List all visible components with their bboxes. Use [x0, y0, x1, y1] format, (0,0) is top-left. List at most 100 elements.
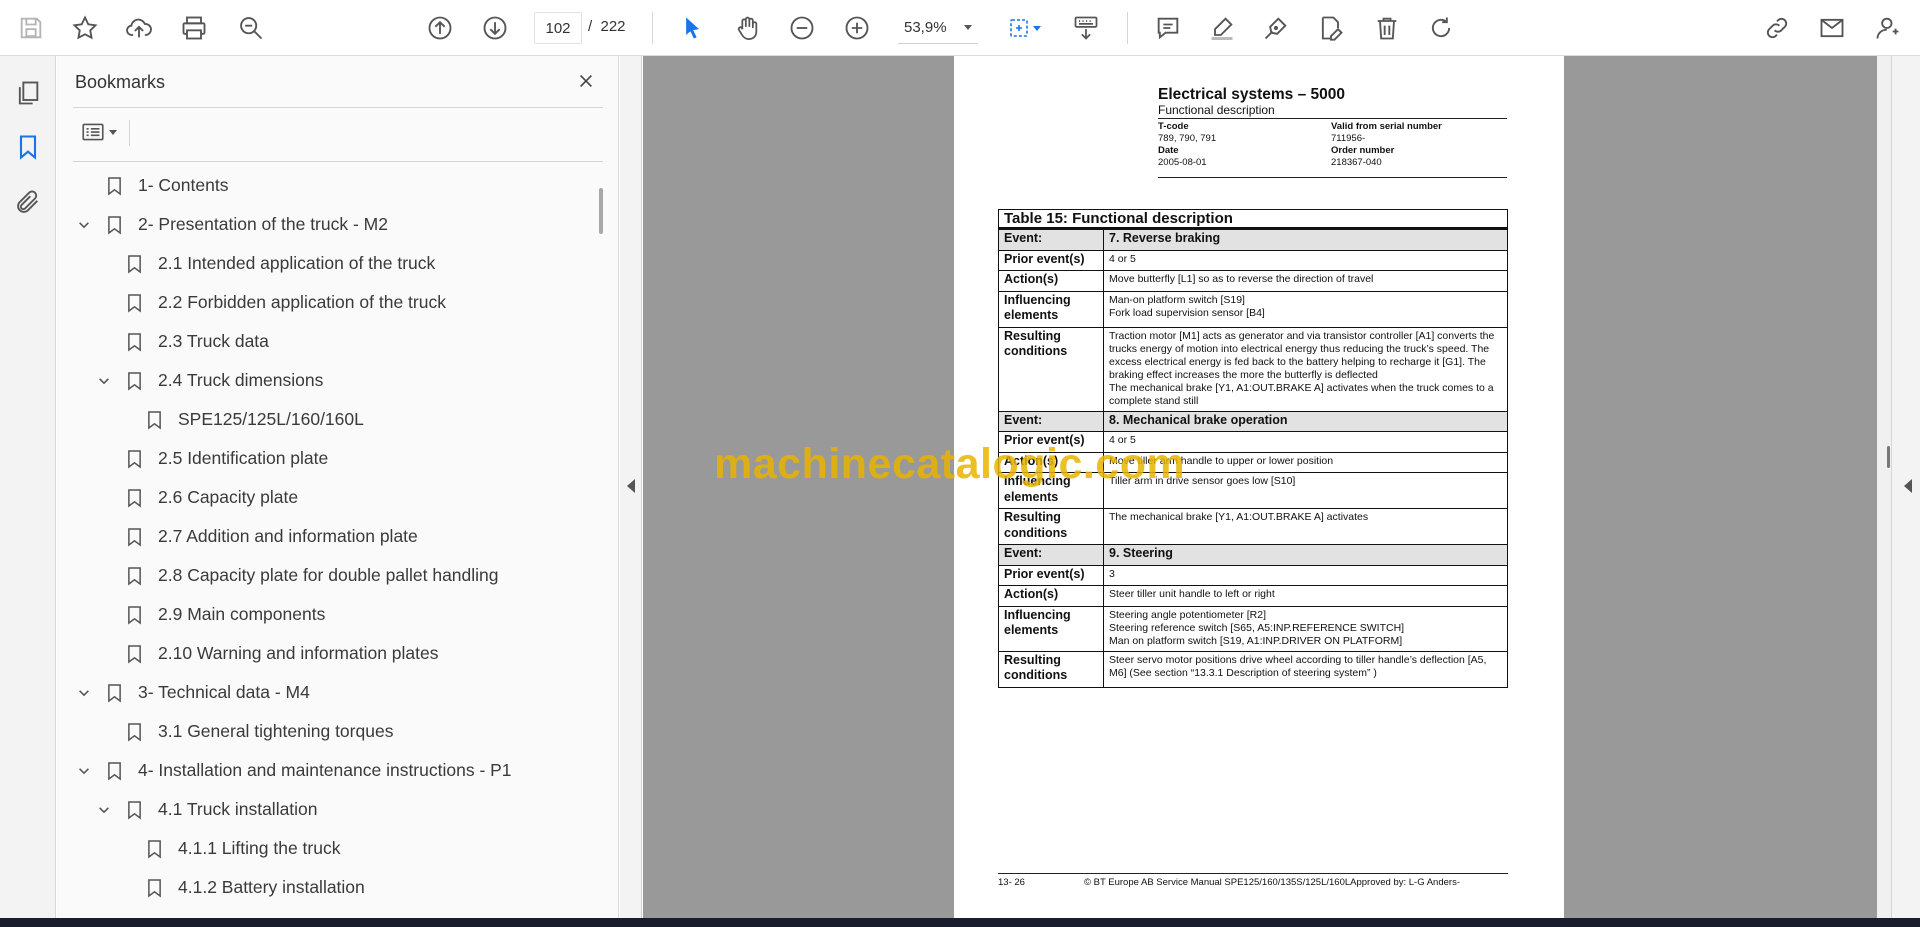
bookmark-label: 2.8 Capacity plate for double pallet han…	[158, 565, 499, 585]
bookmark-item[interactable]: 2.1 Intended application of the truck	[94, 244, 435, 283]
row-label: Influencing elements	[998, 605, 1104, 652]
search-zoom-icon[interactable]	[232, 9, 270, 47]
email-icon[interactable]	[1813, 9, 1851, 47]
list-options-icon	[81, 123, 104, 141]
star-icon[interactable]	[66, 9, 104, 47]
expand-right-panel-arrow-icon[interactable]	[1904, 479, 1912, 493]
expand-chevron-icon[interactable]	[94, 371, 114, 391]
row-value: 4 or 5	[1103, 249, 1508, 271]
row-value: 7. Reverse braking	[1103, 228, 1508, 251]
row-label: Event:	[998, 410, 1104, 432]
bookmark-icon	[124, 369, 144, 393]
account-icon[interactable]	[1869, 9, 1907, 47]
bookmarks-icon[interactable]	[9, 128, 47, 166]
bookmark-item[interactable]: 1- Contents	[74, 166, 228, 205]
share-link-icon[interactable]	[1758, 9, 1796, 47]
row-value: Man-on platform switch [S19] Fork load s…	[1103, 290, 1508, 328]
save-icon[interactable]	[12, 9, 50, 47]
bookmark-item[interactable]: 2.6 Capacity plate	[94, 478, 298, 517]
bookmark-options-button[interactable]	[73, 116, 123, 148]
collapse-panel-arrow-icon[interactable]	[627, 479, 635, 493]
bookmark-icon	[124, 564, 144, 588]
expand-chevron-icon[interactable]	[74, 761, 94, 781]
previous-page-icon[interactable]	[421, 9, 459, 47]
bookmark-item[interactable]: SPE125/125L/160/160L	[114, 400, 364, 439]
header-rule	[1158, 118, 1507, 119]
zoom-level-select[interactable]: 53,9%	[898, 12, 978, 44]
row-value: Move butterfly [L1] so as to reverse the…	[1103, 270, 1508, 292]
bookmark-label: 2- Presentation of the truck - M2	[138, 214, 388, 234]
expand-chevron-icon[interactable]	[94, 800, 114, 820]
zoom-in-icon[interactable]	[838, 9, 876, 47]
close-icon[interactable]	[571, 66, 601, 96]
bookmark-label: 2.4 Truck dimensions	[158, 370, 324, 390]
page-thumbnails-icon[interactable]	[9, 74, 47, 112]
draw-sign-icon[interactable]	[1257, 9, 1295, 47]
bookmark-item[interactable]: 4.1 Truck installation	[94, 790, 318, 829]
bookmark-label: 2.5 Identification plate	[158, 448, 329, 468]
attachments-icon[interactable]	[9, 183, 47, 221]
rotate-icon[interactable]	[1422, 9, 1460, 47]
table-event-row: Event: 9. Steering	[998, 544, 1508, 566]
bookmark-item[interactable]: 3- Technical data - M4	[74, 673, 310, 712]
chevron-down-icon	[108, 129, 117, 135]
table-row: Action(s) Move butterfly [L1] so as to re…	[998, 270, 1508, 292]
bookmark-item[interactable]: 2.5 Identification plate	[94, 439, 328, 478]
edit-document-icon[interactable]	[1312, 9, 1350, 47]
bookmark-icon	[124, 603, 144, 627]
delete-icon[interactable]	[1368, 9, 1406, 47]
bookmark-label: 2.9 Main components	[158, 604, 326, 624]
bookmark-label: 4.1.1 Lifting the truck	[178, 838, 341, 858]
bookmark-item[interactable]: 2- Presentation of the truck - M2	[74, 205, 388, 244]
scrollbar-thumb[interactable]	[1887, 446, 1890, 468]
next-page-icon[interactable]	[476, 9, 514, 47]
bookmark-icon	[124, 798, 144, 822]
comment-icon[interactable]	[1149, 9, 1187, 47]
bookmark-item[interactable]: 4.1.2 Battery installation	[114, 868, 365, 907]
row-label: Action(s)	[998, 270, 1104, 292]
bookmark-label: 2.10 Warning and information plates	[158, 643, 439, 663]
bookmark-item[interactable]: 4- Installation and maintenance instruct…	[74, 751, 512, 790]
print-icon[interactable]	[175, 9, 213, 47]
table-row: Resulting conditions Traction motor [M1] …	[998, 326, 1508, 412]
expand-chevron-icon[interactable]	[74, 215, 94, 235]
viewer-scrollbar[interactable]	[1877, 56, 1891, 918]
expand-chevron-icon[interactable]	[74, 683, 94, 703]
bookmark-item[interactable]: 2.7 Addition and information plate	[94, 517, 418, 556]
meta-tcode-label: T-code	[1158, 121, 1189, 132]
hand-tool-icon[interactable]	[728, 9, 766, 47]
highlight-pen-icon[interactable]	[1203, 9, 1241, 47]
bookmark-label: 2.6 Capacity plate	[158, 487, 299, 507]
bookmark-item[interactable]: 2.2 Forbidden application of the truck	[94, 283, 446, 322]
bookmark-item[interactable]: 4.1.1 Lifting the truck	[114, 829, 340, 868]
upload-cloud-icon[interactable]	[120, 9, 158, 47]
bookmark-icon	[104, 213, 124, 237]
zoom-out-icon[interactable]	[783, 9, 821, 47]
panel-title: Bookmarks	[75, 72, 166, 92]
table-event-row: Event: 7. Reverse braking	[998, 228, 1508, 251]
row-label: Influencing elements	[998, 290, 1104, 328]
bookmark-label: 2.3 Truck data	[158, 331, 269, 351]
zoom-level-value: 53,9%	[904, 19, 947, 36]
bookmark-label: 4.1.2 Battery installation	[178, 877, 365, 897]
row-value: 3	[1103, 564, 1508, 586]
bookmark-item[interactable]: 2.3 Truck data	[94, 322, 269, 361]
bookmark-item[interactable]: 2.8 Capacity plate for double pallet han…	[94, 556, 499, 595]
footer-page-number: 13- 26	[998, 877, 1025, 888]
bookmark-label: 1- Contents	[138, 175, 229, 195]
row-value: The mechanical brake [Y1, A1:OUT.BRAKE A…	[1103, 508, 1508, 545]
row-label: Event:	[998, 228, 1104, 251]
bookmark-item[interactable]: 2.9 Main components	[94, 595, 325, 634]
scrollbar-thumb[interactable]	[599, 188, 603, 234]
scroll-mode-icon[interactable]	[1067, 9, 1105, 47]
bookmark-item[interactable]: 2.10 Warning and information plates	[94, 634, 439, 673]
page-number-input[interactable]	[534, 12, 582, 44]
bookmark-item[interactable]: 2.4 Truck dimensions	[94, 361, 323, 400]
bookmark-item[interactable]: 3.1 General tightening torques	[94, 712, 393, 751]
select-cursor-icon[interactable]	[673, 9, 711, 47]
meta-order-value: 218367-040	[1331, 157, 1382, 168]
fit-page-icon[interactable]	[1000, 9, 1048, 47]
